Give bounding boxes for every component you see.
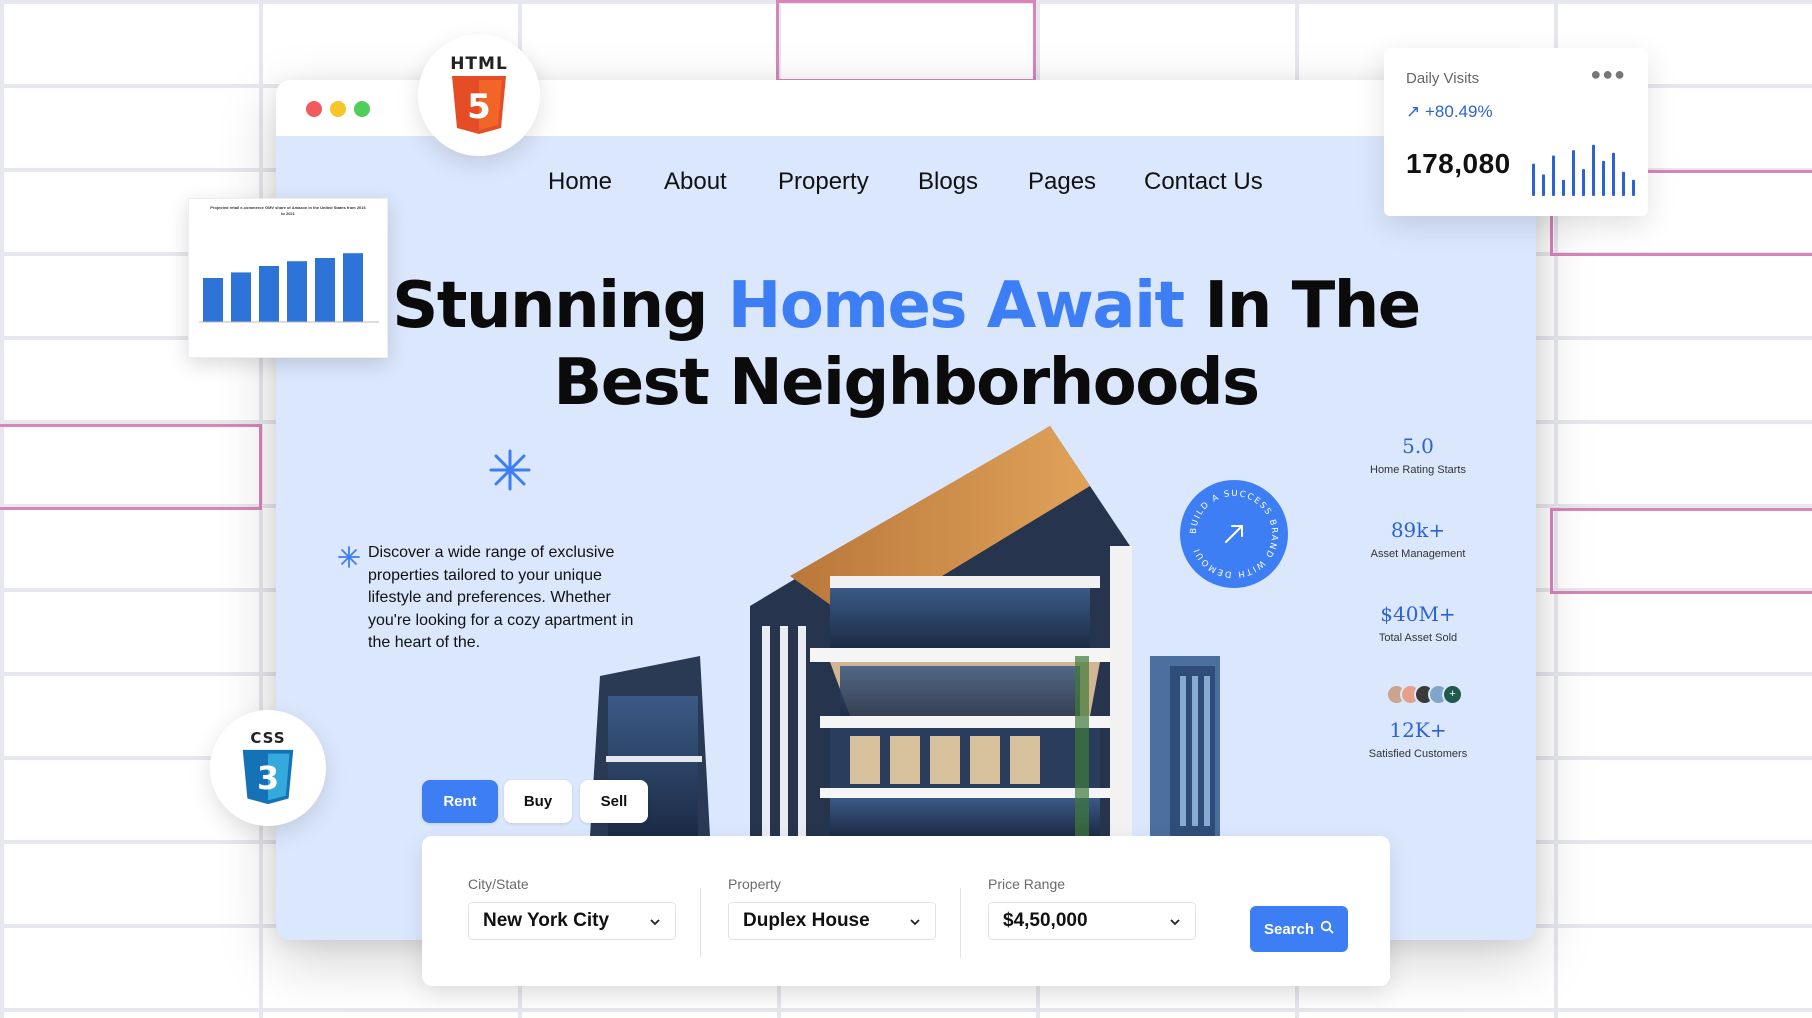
stat-value: 89k+ <box>1390 518 1446 542</box>
city-value: New York City <box>483 910 610 931</box>
hero-headline: Stunning Homes Await In The Best Neighbo… <box>276 268 1536 422</box>
html-number: 5 <box>467 87 491 127</box>
city-field: City/State New York City <box>468 876 676 940</box>
customer-avatars: + <box>1386 684 1466 706</box>
visits-bar-chart <box>1532 144 1635 196</box>
property-value: Duplex House <box>743 910 870 931</box>
search-icon <box>1320 920 1334 938</box>
search-button-label: Search <box>1263 920 1315 938</box>
stat-value: $40M+ <box>1380 602 1456 626</box>
visits-bar <box>1532 163 1535 196</box>
nav-about[interactable]: About <box>664 168 727 196</box>
headline-part1: Stunning <box>392 269 728 343</box>
chart-bar <box>231 272 251 322</box>
stat-customers: 12K+ Satisfied Customers <box>1348 718 1488 760</box>
visits-bar <box>1622 171 1625 196</box>
city-select[interactable]: New York City <box>468 902 676 940</box>
browser-window: Home About Property Blogs Pages Contact … <box>276 80 1536 986</box>
headline-highlight: Homes Await <box>727 269 1185 343</box>
stat-rating: 5.0 Home Rating Starts <box>1348 434 1488 476</box>
stat-label: Total Asset Sold <box>1378 632 1458 644</box>
visits-change: ↗ +80.49% <box>1406 102 1493 122</box>
stat-assets: 89k+ Asset Management <box>1348 518 1488 560</box>
nav-pages[interactable]: Pages <box>1028 168 1096 196</box>
daily-visits-card: Daily Visits ●●● ↗ +80.49% 178,080 <box>1384 48 1648 216</box>
decorative-frame <box>1550 508 1812 594</box>
visits-bar <box>1632 179 1635 196</box>
nav-blogs[interactable]: Blogs <box>918 168 978 196</box>
chart-bar <box>203 278 223 322</box>
visits-title: Daily Visits <box>1406 70 1480 87</box>
search-panel: City/State New York City Property Duplex… <box>422 836 1390 986</box>
property-label: Property <box>728 876 781 892</box>
stat-value: 12K+ <box>1389 718 1447 742</box>
headline-part2: In The <box>1183 269 1421 343</box>
maximize-window-button[interactable] <box>354 101 370 117</box>
visits-value: 178,080 <box>1406 148 1511 179</box>
chart-bar <box>259 266 279 322</box>
visits-change-value: +80.49% <box>1424 102 1493 121</box>
visits-bar <box>1562 179 1565 196</box>
mini-bar-chart <box>199 253 379 323</box>
css-number: 3 <box>257 760 279 797</box>
price-label: Price Range <box>988 876 1066 892</box>
html5-badge: HTML 5 <box>418 34 540 156</box>
visits-bar <box>1612 152 1615 196</box>
tab-buy[interactable]: Buy <box>504 780 572 823</box>
price-select[interactable]: $4,50,000 <box>988 902 1196 940</box>
city-label: City/State <box>468 876 529 892</box>
add-avatar-icon: + <box>1442 684 1463 705</box>
price-field: Price Range $4,50,000 <box>988 876 1196 940</box>
tab-rent[interactable]: Rent <box>422 780 498 823</box>
visits-bar <box>1572 150 1575 196</box>
stat-label: Home Rating Starts <box>1370 464 1466 476</box>
price-value: $4,50,000 <box>1003 910 1088 931</box>
stat-label: Asset Management <box>1370 548 1466 560</box>
nav-property[interactable]: Property <box>778 168 869 196</box>
more-options-icon[interactable]: ●●● <box>1590 64 1626 85</box>
property-field: Property Duplex House <box>728 876 936 940</box>
property-select[interactable]: Duplex House <box>728 902 936 940</box>
chart-bar <box>315 258 335 322</box>
tab-sell[interactable]: Sell <box>580 780 648 823</box>
html-label: HTML <box>450 54 508 74</box>
css3-badge: CSS 3 <box>210 710 326 826</box>
decorative-frame <box>776 0 1036 82</box>
sparkle-icon <box>488 448 532 496</box>
stat-sold: $40M+ Total Asset Sold <box>1348 602 1488 644</box>
nav-home[interactable]: Home <box>548 168 612 196</box>
divider <box>700 888 701 958</box>
sparkle-icon <box>338 546 360 572</box>
visits-bar <box>1602 160 1605 196</box>
css3-shield-icon: 3 <box>242 749 294 805</box>
chart-title: Projected retail e-commerce GMV share of… <box>210 205 366 216</box>
decorative-frame <box>0 424 262 510</box>
stat-value: 5.0 <box>1402 434 1434 458</box>
stat-label: Satisfied Customers <box>1368 748 1468 760</box>
html5-shield-icon: 5 <box>452 76 506 134</box>
visits-bar <box>1552 155 1555 196</box>
trend-up-icon: ↗ <box>1406 102 1421 121</box>
visits-bar <box>1592 144 1595 196</box>
chart-bar <box>287 261 307 322</box>
success-brand-badge[interactable]: BUILD A SUCCESS BRAND WITH DEMOUI <box>1180 480 1288 588</box>
building-illustration <box>590 426 1220 836</box>
close-window-button[interactable] <box>306 101 322 117</box>
divider <box>960 888 961 958</box>
css-label: CSS <box>250 729 286 747</box>
chart-card: Projected retail e-commerce GMV share of… <box>188 198 388 358</box>
chevron-down-icon <box>1169 910 1181 932</box>
chart-bar <box>343 253 363 322</box>
search-button[interactable]: Search <box>1250 906 1348 952</box>
chevron-down-icon <box>909 910 921 932</box>
nav-contact[interactable]: Contact Us <box>1144 168 1263 196</box>
minimize-window-button[interactable] <box>330 101 346 117</box>
chevron-down-icon <box>649 910 661 932</box>
headline-line2: Best Neighborhoods <box>553 346 1260 420</box>
visits-bar <box>1542 174 1545 196</box>
visits-bar <box>1582 169 1585 196</box>
